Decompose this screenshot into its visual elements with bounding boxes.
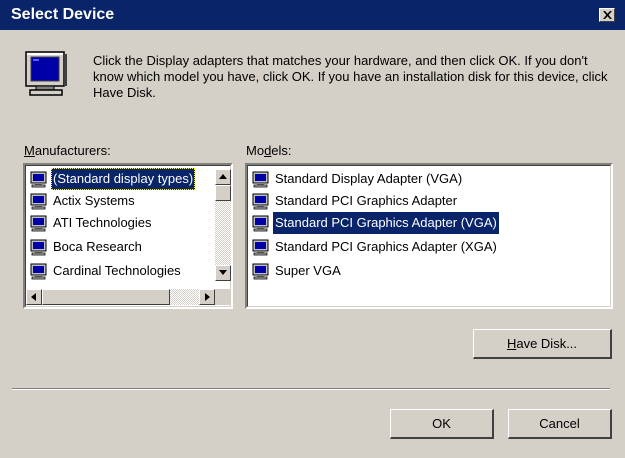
models-list[interactable]: Standard Display Adapter (VGA) Standard … [245, 163, 613, 309]
arrow-left-icon [31, 293, 36, 301]
select-device-dialog: Select Device Click the Display adapters… [0, 0, 625, 458]
arrow-up-icon [219, 174, 227, 179]
title-bar[interactable]: Select Device [0, 0, 625, 30]
scroll-right-button[interactable] [199, 289, 215, 305]
manufacturer-item-label: Cardinal Technologies [53, 263, 181, 278]
display-adapter-icon [30, 263, 47, 280]
display-adapter-icon [30, 215, 47, 232]
display-adapter-icon [30, 239, 47, 256]
instructions-text: Click the Display adapters that matches … [93, 53, 608, 100]
manufacturer-item-label: Actix Systems [53, 193, 135, 208]
display-adapter-icon [252, 239, 269, 256]
arrow-right-icon [205, 293, 210, 301]
manufacturer-item-label: ATI Technologies [53, 215, 152, 230]
separator [12, 388, 610, 390]
close-button[interactable] [599, 8, 615, 22]
display-adapter-icon [252, 215, 269, 232]
dialog-title: Select Device [11, 6, 115, 23]
model-item-label: Standard Display Adapter (VGA) [275, 171, 463, 186]
model-item-label: Standard PCI Graphics Adapter [275, 193, 458, 208]
vertical-scroll-thumb[interactable] [215, 185, 231, 201]
model-item-label: Super VGA [275, 263, 341, 278]
scroll-left-button[interactable] [26, 289, 42, 305]
models-label: Models: [246, 143, 292, 158]
display-adapter-icon [30, 193, 47, 210]
ok-button[interactable]: OK [390, 409, 494, 439]
monitor-icon [25, 51, 67, 96]
cancel-button[interactable]: Cancel [508, 409, 612, 439]
display-adapter-icon [30, 171, 47, 188]
horizontal-scroll-track[interactable] [170, 289, 199, 305]
manufacturer-item-label: Boca Research [53, 239, 142, 254]
display-adapter-icon [252, 171, 269, 188]
close-icon [603, 11, 612, 19]
manufacturer-item-label: (Standard display types) [51, 168, 196, 190]
model-item-label: Standard PCI Graphics Adapter (XGA) [275, 239, 497, 254]
display-adapter-icon [252, 263, 269, 280]
arrow-down-icon [219, 270, 227, 275]
model-item-label: Standard PCI Graphics Adapter (VGA) [273, 212, 499, 234]
scroll-up-button[interactable] [215, 169, 231, 185]
manufacturers-label: Manufacturers: [24, 143, 111, 158]
display-adapter-icon [252, 193, 269, 210]
have-disk-button[interactable]: Have Disk... [473, 329, 612, 359]
scroll-down-button[interactable] [215, 265, 231, 281]
horizontal-scroll-thumb[interactable] [42, 289, 170, 305]
scroll-corner [215, 289, 231, 305]
manufacturers-list[interactable]: (Standard display types) Actix Systems A… [23, 163, 233, 309]
